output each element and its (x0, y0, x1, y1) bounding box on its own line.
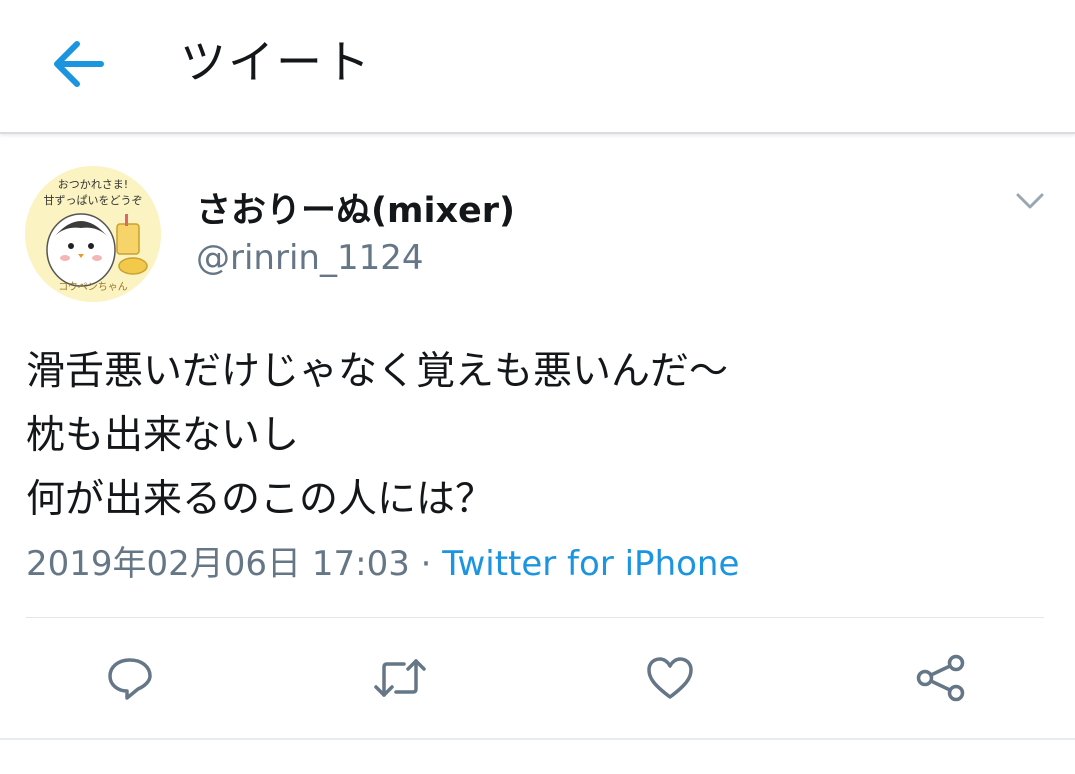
like-icon (647, 657, 693, 699)
bottom-divider (0, 738, 1075, 740)
avatar-text-line2: 甘ずっぱいをどうぞ (44, 194, 143, 207)
avatar[interactable]: おつかれさま! 甘ずっぱいをどうぞ コウペンちゃん (25, 166, 161, 302)
penguin-avatar-image: おつかれさま! 甘ずっぱいをどうぞ コウペンちゃん (25, 166, 161, 302)
tweet-timestamp: 2019年02月06日 17:03 (26, 544, 410, 584)
top-app-bar: ツイート (0, 0, 1075, 134)
meta-separator: · (420, 544, 432, 584)
arrow-left-icon (54, 41, 104, 87)
page-title: ツイート (180, 35, 372, 89)
tweet-text: 滑舌悪いだけじゃなく覚えも悪いんだ〜 枕も出来ないし 何が出来るのこの人には？ (26, 340, 1036, 532)
reply-icon (108, 658, 152, 700)
share-button[interactable] (910, 650, 970, 706)
avatar-text-line1: おつかれさま! (58, 178, 128, 191)
author-display-name[interactable]: さおりーぬ(mixer) (196, 190, 515, 232)
tweet-text-line: 枕も出来ないし (26, 413, 300, 458)
divider (26, 617, 1044, 618)
tweet-meta: 2019年02月06日 17:03 · Twitter for iPhone (26, 542, 739, 586)
share-icon (916, 654, 965, 702)
tweet-menu-button[interactable] (1010, 186, 1050, 216)
tweet-source-link[interactable]: Twitter for iPhone (442, 544, 739, 584)
retweet-button[interactable] (370, 650, 430, 706)
chevron-down-icon (1016, 193, 1044, 209)
avatar-text-line3: コウペンちゃん (58, 281, 128, 293)
like-button[interactable] (640, 650, 700, 706)
author-handle[interactable]: @rinrin_1124 (196, 238, 423, 278)
reply-button[interactable] (100, 650, 160, 706)
tweet-text-line: 滑舌悪いだけじゃなく覚えも悪いんだ〜 (26, 349, 729, 394)
tweet-text-line: 何が出来るのこの人には？ (26, 477, 495, 522)
back-button[interactable] (44, 34, 110, 94)
retweet-icon (374, 659, 426, 697)
